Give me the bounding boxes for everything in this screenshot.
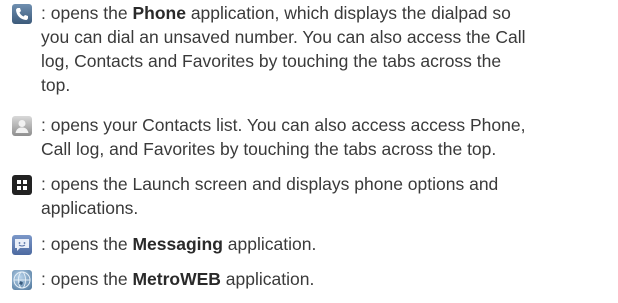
messaging-app-name: Messaging (132, 234, 223, 254)
launch-grid-icon (12, 175, 32, 195)
phone-icon (12, 4, 32, 24)
messaging-icon (12, 235, 32, 255)
launch-description: : opens the Launch screen and displays p… (41, 174, 499, 218)
phone-description: : opens the Phone application, which dis… (41, 3, 526, 95)
metroweb-app-name: MetroWEB (132, 269, 221, 289)
metroweb-description: : opens the MetroWEB application. (41, 269, 315, 289)
messaging-description: : opens the Messaging application. (41, 234, 317, 254)
contacts-icon (12, 116, 32, 136)
contacts-description: : opens your Contacts list. You can also… (41, 115, 526, 159)
phone-app-name: Phone (132, 3, 186, 23)
metroweb-icon (12, 270, 32, 290)
